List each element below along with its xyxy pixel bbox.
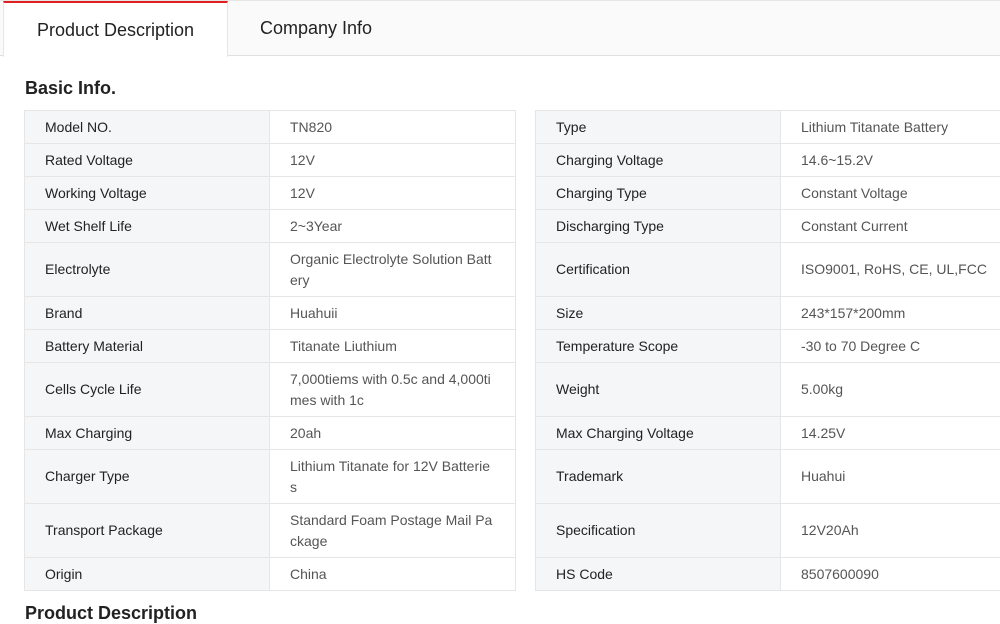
table-row: Specification 12V20Ah [536, 504, 1000, 558]
table-row: HS Code 8507600090 [536, 558, 1000, 591]
spec-value: Huahui [781, 450, 1000, 504]
spec-key: Specification [536, 504, 781, 558]
spec-value: 14.25V [781, 417, 1000, 450]
spec-value: 20ah [270, 417, 516, 450]
spec-value: Huahuii [270, 297, 516, 330]
spec-key: Temperature Scope [536, 330, 781, 363]
spec-key: Charger Type [25, 450, 270, 504]
spec-value: 5.00kg [781, 363, 1000, 417]
table-row: Charging Voltage 14.6~15.2V [536, 144, 1000, 177]
spec-key: Max Charging [25, 417, 270, 450]
spec-value: ISO9001, RoHS, CE, UL,FCC [781, 243, 1000, 297]
spec-key: Discharging Type [536, 210, 781, 243]
table-row: Cells Cycle Life 7,000tiems with 0.5c an… [25, 363, 516, 417]
spec-key: HS Code [536, 558, 781, 591]
spec-value: Organic Electrolyte Solution Battery [270, 243, 516, 297]
spec-key: Charging Voltage [536, 144, 781, 177]
spec-value: 243*157*200mm [781, 297, 1000, 330]
spec-value: -30 to 70 Degree C [781, 330, 1000, 363]
spec-value: 7,000tiems with 0.5c and 4,000times with… [270, 363, 516, 417]
spec-key: Battery Material [25, 330, 270, 363]
spec-key: Type [536, 111, 781, 144]
table-row: Max Charging 20ah [25, 417, 516, 450]
spec-value: 12V20Ah [781, 504, 1000, 558]
spec-key: Model NO. [25, 111, 270, 144]
table-row: Rated Voltage 12V [25, 144, 516, 177]
spec-value: Constant Voltage [781, 177, 1000, 210]
spec-value: 12V [270, 144, 516, 177]
spec-value: China [270, 558, 516, 591]
table-row: Weight 5.00kg [536, 363, 1000, 417]
table-row: Transport Package Standard Foam Postage … [25, 504, 516, 558]
spec-table-left: Model NO. TN820 Rated Voltage 12V Workin… [24, 110, 516, 591]
spec-key: Weight [536, 363, 781, 417]
spec-key: Max Charging Voltage [536, 417, 781, 450]
spec-value: 12V [270, 177, 516, 210]
spec-key: Size [536, 297, 781, 330]
spec-value: 2~3Year [270, 210, 516, 243]
section-title-basic-info: Basic Info. [25, 78, 116, 99]
spec-key: Cells Cycle Life [25, 363, 270, 417]
table-row: Max Charging Voltage 14.25V [536, 417, 1000, 450]
section-title-product-description: Product Description [25, 603, 197, 624]
tab-product-description[interactable]: Product Description [3, 1, 228, 57]
table-row: Battery Material Titanate Liuthium [25, 330, 516, 363]
table-row: Temperature Scope -30 to 70 Degree C [536, 330, 1000, 363]
spec-key: Trademark [536, 450, 781, 504]
table-row: Certification ISO9001, RoHS, CE, UL,FCC [536, 243, 1000, 297]
spec-table-right: Type Lithium Titanate Battery Charging V… [535, 110, 1000, 591]
tab-company-info[interactable]: Company Info [228, 1, 404, 56]
table-row: Size 243*157*200mm [536, 297, 1000, 330]
spec-key: Certification [536, 243, 781, 297]
table-row: Wet Shelf Life 2~3Year [25, 210, 516, 243]
table-row: Model NO. TN820 [25, 111, 516, 144]
table-row: Trademark Huahui [536, 450, 1000, 504]
spec-value: Constant Current [781, 210, 1000, 243]
table-row: Type Lithium Titanate Battery [536, 111, 1000, 144]
spec-key: Rated Voltage [25, 144, 270, 177]
spec-key: Charging Type [536, 177, 781, 210]
spec-value: 14.6~15.2V [781, 144, 1000, 177]
table-row: Origin China [25, 558, 516, 591]
spec-value: 8507600090 [781, 558, 1000, 591]
table-row: Discharging Type Constant Current [536, 210, 1000, 243]
tab-bar: Product Description Company Info [0, 0, 1000, 56]
spec-key: Wet Shelf Life [25, 210, 270, 243]
spec-value: TN820 [270, 111, 516, 144]
spec-key: Transport Package [25, 504, 270, 558]
table-row: Charging Type Constant Voltage [536, 177, 1000, 210]
spec-key: Origin [25, 558, 270, 591]
spec-value: Standard Foam Postage Mail Package [270, 504, 516, 558]
spec-key: Brand [25, 297, 270, 330]
table-row: Electrolyte Organic Electrolyte Solution… [25, 243, 516, 297]
spec-value: Lithium Titanate for 12V Batteries [270, 450, 516, 504]
spec-key: Electrolyte [25, 243, 270, 297]
table-row: Working Voltage 12V [25, 177, 516, 210]
spec-value: Lithium Titanate Battery [781, 111, 1000, 144]
table-row: Charger Type Lithium Titanate for 12V Ba… [25, 450, 516, 504]
spec-value: Titanate Liuthium [270, 330, 516, 363]
table-row: Brand Huahuii [25, 297, 516, 330]
spec-key: Working Voltage [25, 177, 270, 210]
